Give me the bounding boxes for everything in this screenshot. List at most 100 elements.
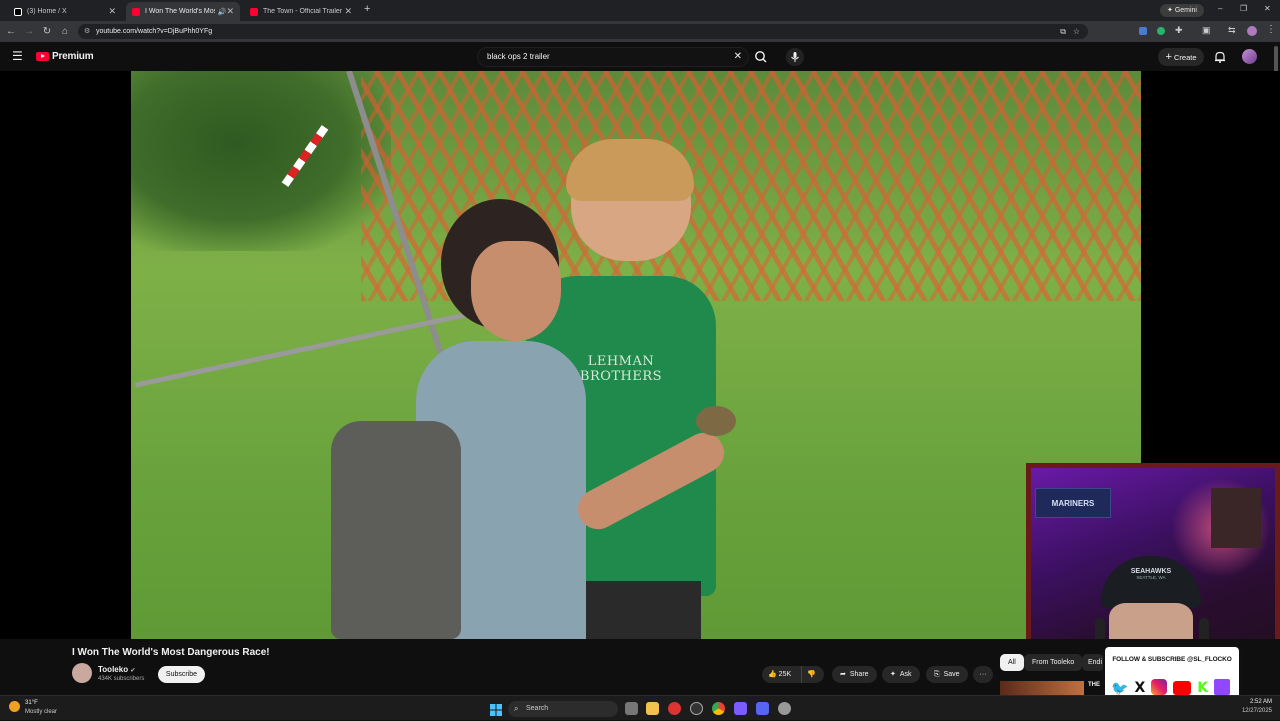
person-blonde-hair <box>566 139 694 201</box>
dislike-button[interactable]: 👎 <box>801 666 816 683</box>
sparkle-icon: ✦ <box>1166 7 1173 14</box>
browser-menu-icon[interactable]: ⋮ <box>1266 24 1276 35</box>
create-button[interactable]: + Create <box>1158 48 1204 66</box>
youtube-play-icon <box>36 52 49 61</box>
share-arrow-icon: ➦ <box>840 671 846 678</box>
follow-text: FOLLOW & SUBSCRIBE @SL_FLOCKO <box>1112 656 1232 663</box>
windows-taskbar: 31°F Mostly clear ⌕ Search 2:52 AM 12/27… <box>0 695 1280 720</box>
search-input[interactable]: black ops 2 trailer ✕ <box>477 47 749 67</box>
channel-name[interactable]: Tooleko ✔ <box>98 665 135 674</box>
clock-time[interactable]: 2:52 AM <box>1238 699 1272 705</box>
person-face <box>471 241 561 341</box>
video-frame[interactable]: LEHMAN BROTHERS <box>131 71 1141 639</box>
wall-decor <box>1211 488 1261 548</box>
bell-icon <box>1215 51 1225 63</box>
x-logo-icon <box>14 7 22 16</box>
restore-button[interactable]: ❐ <box>1240 4 1247 13</box>
weather-desc[interactable]: Mostly clear <box>25 709 57 715</box>
subscribe-button[interactable]: Subscribe <box>158 666 205 683</box>
extensions-puzzle-icon[interactable]: ✚ <box>1175 25 1183 36</box>
sparkle-icon: ✦ <box>890 671 896 678</box>
task-view-icon[interactable] <box>625 702 638 715</box>
extension-icon[interactable] <box>1157 27 1165 35</box>
logo-text: Premium <box>52 51 94 62</box>
forward-arrow-icon[interactable]: → <box>23 25 35 38</box>
subscriber-count: 434K subscribers <box>98 676 145 682</box>
home-icon[interactable]: ⌂ <box>59 25 71 38</box>
twitch-icon <box>1214 679 1231 695</box>
new-tab-button[interactable]: + <box>364 3 370 15</box>
site-info-icon[interactable]: ⚙ <box>84 24 90 39</box>
voice-search-button[interactable] <box>786 48 804 66</box>
browser-tab-strip: (3) Home / X ✕ I Won The World's Most Da… <box>0 0 1280 21</box>
start-button[interactable] <box>490 703 502 716</box>
speaker-icon[interactable]: 🔊 <box>218 8 227 16</box>
instagram-icon <box>1151 679 1168 695</box>
rock-in-hand <box>696 406 736 436</box>
downloads-icon[interactable]: ⇆ <box>1228 25 1236 36</box>
chip-endi[interactable]: Endi <box>1082 654 1104 671</box>
window-close-button[interactable]: ✕ <box>1264 4 1271 13</box>
minimize-button[interactable]: – <box>1218 4 1222 13</box>
channel-name-text: Tooleko <box>98 665 129 674</box>
youtube-favicon-icon <box>132 7 140 16</box>
more-actions-button[interactable]: ··· <box>973 666 993 683</box>
gemini-button[interactable]: ✦ Gemini <box>1160 4 1204 17</box>
youtube-premium-logo[interactable]: Premium <box>36 51 94 62</box>
address-bar[interactable]: ⚙ youtube.com/watch?v=DjBuPhh0YFg ☆ ⧉ <box>78 24 1088 39</box>
like-button[interactable]: 👍 25K <box>768 666 791 683</box>
weather-temp[interactable]: 31°F <box>25 700 38 706</box>
save-button[interactable]: ⎘ Save <box>926 666 968 683</box>
tab-title: (3) Home / X <box>27 8 67 15</box>
sidepanel-icon[interactable]: ▣ <box>1202 25 1211 36</box>
related-video-thumbnail[interactable] <box>1000 681 1084 695</box>
search-button[interactable] <box>752 48 770 66</box>
app-icon[interactable] <box>690 702 703 715</box>
settings-icon[interactable] <box>778 702 791 715</box>
search-icon: ⌕ <box>514 704 519 713</box>
weather-moon-icon[interactable] <box>9 701 20 712</box>
chrome-icon[interactable] <box>712 702 725 715</box>
app-icon[interactable] <box>668 702 681 715</box>
cap-text: SEAHAWKS <box>1130 568 1172 575</box>
file-explorer-icon[interactable] <box>646 702 659 715</box>
account-avatar[interactable] <box>1242 49 1257 64</box>
notifications-button[interactable] <box>1213 50 1227 64</box>
search-query: black ops 2 trailer <box>487 52 550 61</box>
tab-close-icon[interactable]: ✕ <box>108 6 116 17</box>
ask-label: Ask <box>899 671 912 678</box>
reload-icon[interactable]: ↻ <box>41 25 53 38</box>
like-dislike-group: 👍 25K 👎 <box>762 666 824 683</box>
discord-icon[interactable] <box>756 702 769 715</box>
plus-icon: + <box>1165 51 1172 63</box>
install-app-icon[interactable]: ⧉ <box>1060 24 1066 39</box>
profile-avatar[interactable] <box>1247 26 1257 36</box>
chip-all[interactable]: All <box>1000 654 1024 671</box>
app-icon[interactable] <box>734 702 747 715</box>
tab-close-icon[interactable]: ✕ <box>226 6 234 17</box>
ask-button[interactable]: ✦ Ask <box>882 666 920 683</box>
extension-icon[interactable] <box>1139 27 1147 35</box>
related-video-title[interactable]: THE <box>1088 682 1100 688</box>
tab-youtube-video[interactable]: I Won The World's Most Da 🔊 ✕ <box>126 2 240 21</box>
youtube-header: ☰ Premium black ops 2 trailer ✕ + Create <box>0 42 1280 71</box>
tab-the-town-trailer[interactable]: The Town - Official Trailer [HD] ✕ <box>244 2 358 21</box>
taskbar-search-input[interactable]: ⌕ Search <box>508 701 618 717</box>
chip-from-tooleko[interactable]: From Tooleko <box>1024 654 1083 671</box>
youtube-favicon-icon <box>250 7 258 16</box>
hamburger-menu-icon[interactable]: ☰ <box>12 49 23 63</box>
tab-x-home[interactable]: (3) Home / X ✕ <box>8 2 122 21</box>
clock-date[interactable]: 12/27/2025 <box>1234 708 1272 714</box>
thumbs-down-icon: 👎 <box>807 671 816 678</box>
back-arrow-icon[interactable]: ← <box>5 25 17 38</box>
windows-logo-icon <box>490 704 502 716</box>
create-label: Create <box>1174 53 1197 62</box>
video-player[interactable]: LEHMAN BROTHERS MARINERS SEAHAWKS SEATTL… <box>0 71 1280 709</box>
clear-search-icon[interactable]: ✕ <box>734 48 742 66</box>
channel-avatar[interactable] <box>72 663 92 683</box>
url-text: youtube.com/watch?v=DjBuPhh0YFg <box>96 28 213 35</box>
bookmark-star-icon[interactable]: ☆ <box>1073 24 1080 39</box>
share-button[interactable]: ➦ Share <box>832 666 877 683</box>
share-label: Share <box>849 671 869 678</box>
tab-close-icon[interactable]: ✕ <box>344 6 352 17</box>
